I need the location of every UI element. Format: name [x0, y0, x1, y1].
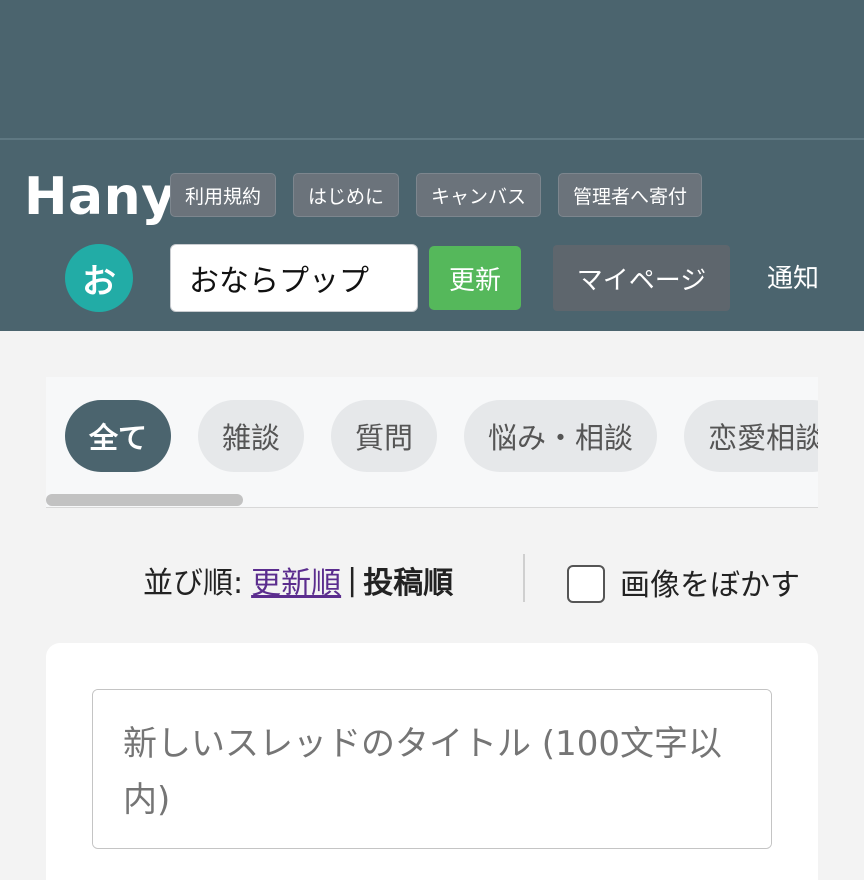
mypage-button[interactable]: マイページ [553, 245, 730, 311]
notifications-link[interactable]: 通知 [767, 258, 819, 300]
nav-donate-link[interactable]: 管理者へ寄付 [558, 173, 703, 217]
header-nav: 利用規約 はじめに キャンバス 管理者へ寄付 [170, 173, 703, 217]
blur-images-label[interactable]: 画像をぼかす [620, 560, 800, 604]
sort-separator: | [347, 562, 358, 598]
sort-label: 並び順: [143, 566, 244, 601]
category-all[interactable]: 全て [65, 400, 172, 472]
nav-terms-link[interactable]: 利用規約 [170, 173, 277, 217]
avatar[interactable]: お [65, 244, 133, 312]
category-tabs: 全て 雑談 質問 悩み・相談 恋愛相談 [46, 377, 818, 508]
nav-canvas-link[interactable]: キャンバス [416, 173, 542, 217]
thread-title-input[interactable] [92, 689, 772, 849]
category-scrollbar[interactable] [46, 494, 243, 506]
sort-divider [523, 554, 525, 602]
username-input[interactable] [170, 244, 418, 312]
category-question[interactable]: 質問 [331, 400, 438, 472]
site-logo[interactable]: Hany [24, 165, 176, 229]
category-love[interactable]: 恋愛相談 [684, 400, 818, 472]
update-name-button[interactable]: 更新 [429, 246, 521, 310]
blur-images-checkbox[interactable] [567, 565, 605, 603]
nav-getting-started-link[interactable]: はじめに [293, 173, 400, 217]
category-chat[interactable]: 雑談 [198, 400, 305, 472]
header-divider [0, 138, 864, 140]
category-worries[interactable]: 悩み・相談 [464, 400, 658, 472]
sort-by-update-link[interactable]: 更新順 [251, 558, 341, 602]
site-header: Hany 利用規約 はじめに キャンバス 管理者へ寄付 お 更新 マイページ 通… [0, 0, 864, 331]
sort-controls: 並び順: 更新順 | 投稿順 [143, 558, 453, 602]
sort-by-post-current: 投稿順 [363, 566, 454, 601]
